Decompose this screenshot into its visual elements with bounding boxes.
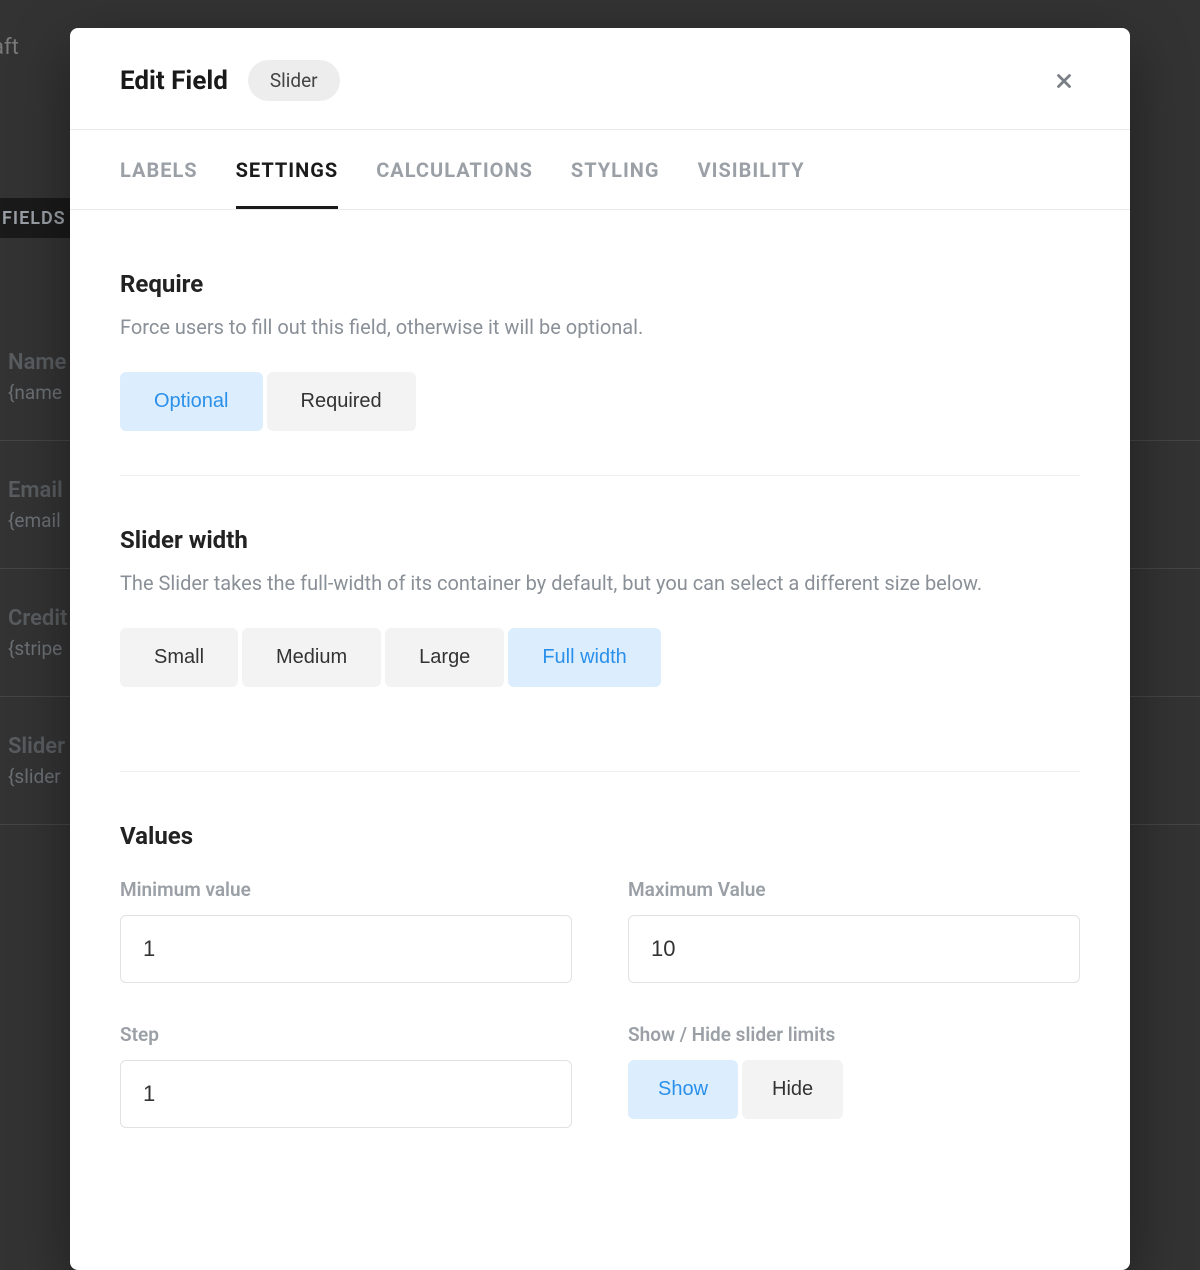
limits-label: Show / Hide slider limits xyxy=(628,1023,1080,1046)
max-value-input[interactable] xyxy=(628,915,1080,983)
width-small-button[interactable]: Small xyxy=(120,628,238,687)
modal-header: Edit Field Slider xyxy=(70,28,1130,130)
modal-content: Require Force users to fill out this fie… xyxy=(70,210,1130,1270)
width-medium-button[interactable]: Medium xyxy=(242,628,381,687)
width-toggle: Small Medium Large Full width xyxy=(120,628,661,687)
step-label: Step xyxy=(120,1023,572,1046)
tab-labels[interactable]: LABELS xyxy=(120,130,198,209)
min-value-input[interactable] xyxy=(120,915,572,983)
tab-visibility[interactable]: VISIBILITY xyxy=(698,130,805,209)
section-width: Slider width The Slider takes the full-w… xyxy=(120,476,1080,772)
tabs: LABELS SETTINGS CALCULATIONS STYLING VIS… xyxy=(70,130,1130,210)
bg-item-email: Email {email xyxy=(8,478,63,532)
section-values: Values Minimum value Maximum Value Step … xyxy=(120,772,1080,1212)
require-desc: Force users to fill out this field, othe… xyxy=(120,312,1080,342)
close-icon xyxy=(1053,70,1075,92)
tab-styling[interactable]: STYLING xyxy=(571,130,660,209)
require-heading: Require xyxy=(120,270,1080,298)
close-button[interactable] xyxy=(1048,65,1080,97)
field-type-badge: Slider xyxy=(248,60,340,101)
min-label: Minimum value xyxy=(120,878,572,901)
section-require: Require Force users to fill out this fie… xyxy=(120,220,1080,476)
width-large-button[interactable]: Large xyxy=(385,628,504,687)
bg-item-slider: Slider {slider xyxy=(8,734,65,788)
require-toggle: Optional Required xyxy=(120,372,416,431)
require-required-button[interactable]: Required xyxy=(267,372,416,431)
tab-settings[interactable]: SETTINGS xyxy=(236,130,339,209)
limits-toggle: Show Hide xyxy=(628,1060,843,1119)
limits-hide-button[interactable]: Hide xyxy=(742,1060,843,1119)
bg-item-name: Name {name xyxy=(8,350,66,404)
max-label: Maximum Value xyxy=(628,878,1080,901)
width-heading: Slider width xyxy=(120,526,1080,554)
bg-draft-label: aft xyxy=(0,35,19,60)
width-desc: The Slider takes the full-width of its c… xyxy=(120,568,1080,598)
edit-field-modal: Edit Field Slider LABELS SETTINGS CALCUL… xyxy=(70,28,1130,1270)
step-value-input[interactable] xyxy=(120,1060,572,1128)
limits-show-button[interactable]: Show xyxy=(628,1060,738,1119)
bg-fields-tab: FIELDS xyxy=(0,198,70,238)
values-heading: Values xyxy=(120,822,1080,850)
width-full-button[interactable]: Full width xyxy=(508,628,660,687)
tab-calculations[interactable]: CALCULATIONS xyxy=(376,130,533,209)
require-optional-button[interactable]: Optional xyxy=(120,372,263,431)
modal-title: Edit Field xyxy=(120,66,228,96)
bg-item-credit: Credit {stripe xyxy=(8,606,67,660)
